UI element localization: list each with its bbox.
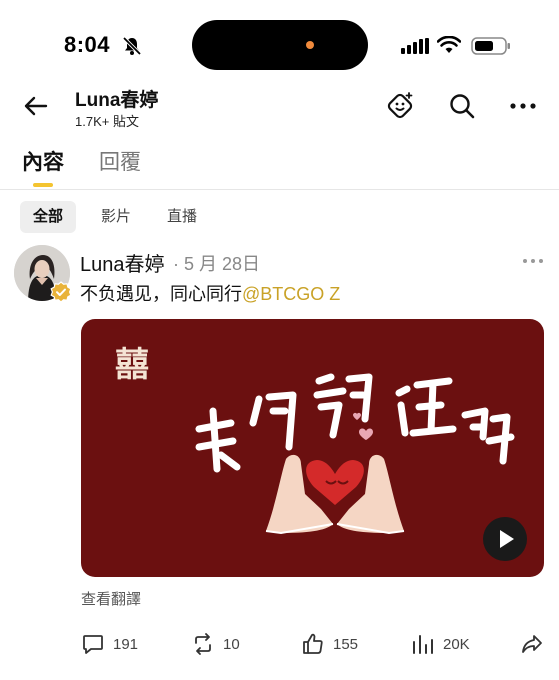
reply-button[interactable]: 191 (81, 631, 138, 657)
reply-count: 191 (113, 635, 139, 653)
tab-divider (0, 189, 559, 190)
like-button[interactable]: 155 (301, 631, 358, 657)
translate-link[interactable]: 查看翻譯 (81, 588, 141, 609)
views-button[interactable]: 20K (411, 631, 470, 657)
post-video[interactable]: 囍 (81, 319, 544, 577)
repost-icon (195, 633, 211, 655)
author-name[interactable]: Luna春婷 (80, 248, 165, 277)
double-happiness-character: 囍 (115, 346, 149, 384)
more-options-icon[interactable] (509, 96, 537, 116)
thumbs-up-icon (303, 633, 323, 654)
search-icon[interactable] (448, 92, 476, 120)
play-button[interactable] (483, 517, 527, 561)
cellular-signal-icon (401, 38, 429, 54)
status-time: 8:04 (64, 32, 111, 57)
battery-icon (471, 37, 510, 55)
repost-button[interactable]: 10 (191, 631, 240, 657)
views-bar-chart-icon (413, 635, 433, 654)
video-thumbnail-art (195, 373, 515, 535)
post-more-icon[interactable] (522, 256, 544, 266)
status-bar: 8:04 (0, 0, 559, 84)
like-count: 155 (333, 635, 359, 653)
profile-name: Luna春婷 (75, 90, 159, 111)
tab-replies[interactable]: 回覆 (99, 146, 141, 176)
filter-live[interactable]: 直播 (154, 201, 210, 233)
filter-all[interactable]: 全部 (20, 201, 76, 233)
play-icon (500, 530, 514, 548)
bell-muted-icon (122, 36, 142, 56)
mention-link[interactable]: @BTCGO Z (242, 284, 340, 304)
share-button[interactable] (520, 631, 544, 657)
verified-badge-icon (50, 281, 72, 303)
tab-posts[interactable]: 內容 (22, 146, 64, 176)
wifi-icon (437, 36, 461, 53)
sticker-icon[interactable] (384, 90, 416, 122)
repost-count: 10 (223, 635, 240, 653)
dynamic-island (192, 20, 368, 70)
view-count: 20K (443, 635, 470, 653)
share-icon (522, 635, 542, 653)
comment-icon (83, 635, 103, 654)
back-arrow-icon[interactable] (22, 92, 50, 120)
post-body: 不负遇见，同心同行 (80, 284, 242, 304)
post-text: 不负遇见，同心同行@BTCGO Z (80, 280, 340, 306)
post-date: · 5 月 28日 (173, 254, 261, 274)
filter-videos[interactable]: 影片 (88, 201, 144, 233)
post-count: 1.7K+ 貼文 (75, 114, 139, 129)
recording-indicator (306, 41, 314, 49)
active-tab-indicator (33, 183, 53, 187)
